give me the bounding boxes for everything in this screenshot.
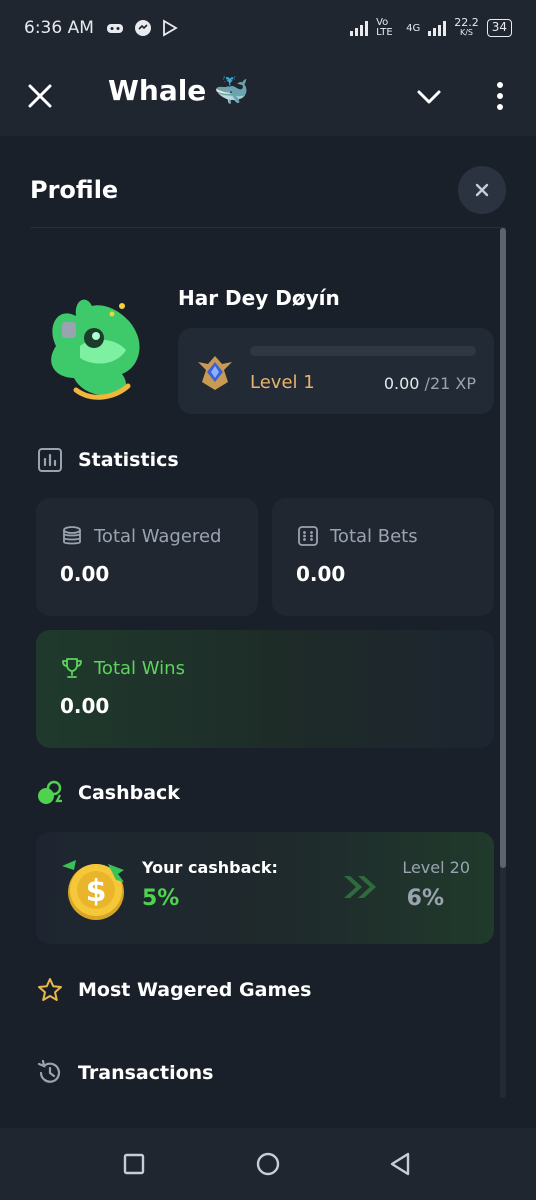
transactions-heading[interactable]: Transactions — [36, 1059, 213, 1087]
coins-stack-icon — [63, 526, 81, 545]
your-cashback-value: 5% — [142, 886, 180, 911]
panel-close-button[interactable] — [458, 166, 506, 214]
profile-panel: Profile Har Dey Døyín Level 1 0.00 /21 X… — [0, 136, 536, 1128]
cashback-card: $ Your cashback: 5% Level 20 6% — [36, 832, 494, 944]
status-time: 6:36 AM — [24, 18, 94, 38]
cashback-icon — [38, 780, 62, 804]
transactions-title: Transactions — [78, 1062, 214, 1084]
signal-icon — [350, 20, 369, 36]
statistics-heading: Statistics — [36, 446, 179, 474]
total-wins-label-row: Total Wins — [60, 656, 185, 680]
level-card: Level 1 0.00 /21 XP — [178, 328, 494, 414]
cashback-heading: Cashback — [36, 779, 180, 807]
app-header: Whale 🐳 — [0, 56, 536, 136]
total-wagered-label-row: Total Wagered — [60, 524, 221, 548]
total-wagered-value: 0.00 — [60, 562, 110, 586]
home-icon[interactable] — [254, 1150, 282, 1178]
statistics-title: Statistics — [78, 449, 179, 471]
bar-chart-icon — [38, 448, 62, 472]
total-wins-value: 0.00 — [60, 694, 110, 718]
xp-progress-bar — [250, 346, 476, 356]
app-title-text: Whale — [108, 74, 207, 107]
svg-text:$: $ — [86, 874, 107, 909]
messenger-icon — [134, 20, 151, 36]
status-right: Vo LTE 4G 22.2 K/S 34 — [350, 16, 512, 38]
total-wagered-card: Total Wagered 0.00 — [36, 498, 258, 616]
status-notification-icons — [106, 19, 178, 37]
level-label: Level 1 — [250, 372, 315, 393]
network-speed: 22.2 K/S — [454, 16, 479, 38]
total-bets-label-row: Total Bets — [296, 524, 418, 548]
network-label-2: 4G — [406, 22, 421, 34]
total-wins-label: Total Wins — [94, 657, 185, 679]
most-wagered-games-title: Most Wagered Games — [78, 979, 312, 1001]
scrollbar-thumb[interactable] — [500, 228, 506, 868]
speed-unit: K/S — [459, 28, 473, 37]
next-level-label: Level 20 — [402, 858, 470, 877]
play-store-icon — [162, 19, 178, 37]
chevron-down-icon[interactable] — [414, 82, 444, 112]
speed-value: 22.2 — [454, 16, 479, 29]
your-cashback-label: Your cashback: — [142, 858, 278, 877]
total-wagered-label: Total Wagered — [94, 525, 222, 547]
total-bets-card: Total Bets 0.00 — [272, 498, 494, 616]
total-wins-card: Total Wins 0.00 — [36, 630, 494, 748]
level-badge-icon — [198, 356, 232, 390]
total-bets-value: 0.00 — [296, 562, 346, 586]
signal-icon-2 — [428, 20, 447, 36]
next-level-cashback-value: 6% — [406, 886, 444, 911]
dollar-coin-icon: $ — [62, 860, 124, 920]
divider — [30, 227, 506, 228]
page-title: Profile — [30, 176, 119, 204]
most-wagered-games-heading[interactable]: Most Wagered Games — [36, 976, 311, 1004]
star-icon — [38, 978, 62, 1001]
history-icon — [37, 1059, 61, 1083]
back-icon[interactable] — [386, 1150, 414, 1178]
status-bar: 6:36 AM Vo LTE 4G 22.2 K/S 34 — [0, 0, 536, 56]
total-bets-label: Total Bets — [330, 525, 418, 547]
close-icon — [475, 183, 489, 197]
dice-icon — [298, 526, 318, 546]
recents-icon[interactable] — [120, 1150, 148, 1178]
close-icon[interactable] — [26, 82, 54, 110]
whale-icon: 🐳 — [214, 74, 250, 107]
avatar — [51, 299, 140, 400]
network-label-1: Vo LTE — [376, 17, 393, 38]
app-title: Whale 🐳 — [108, 74, 249, 107]
battery-indicator: 34 — [486, 19, 512, 37]
xp-current: 0.00 — [383, 374, 420, 393]
xp-readout: 0.00 /21 XP — [384, 374, 476, 393]
cashback-title: Cashback — [78, 782, 180, 804]
double-chevron-right-icon — [344, 876, 376, 898]
gamepad-icon — [106, 24, 123, 33]
more-vertical-icon[interactable] — [490, 80, 510, 112]
system-nav-bar — [0, 1128, 536, 1200]
xp-max: /21 XP — [424, 374, 476, 393]
trophy-icon — [62, 658, 82, 678]
username: Har Dey Døyín — [178, 286, 340, 310]
